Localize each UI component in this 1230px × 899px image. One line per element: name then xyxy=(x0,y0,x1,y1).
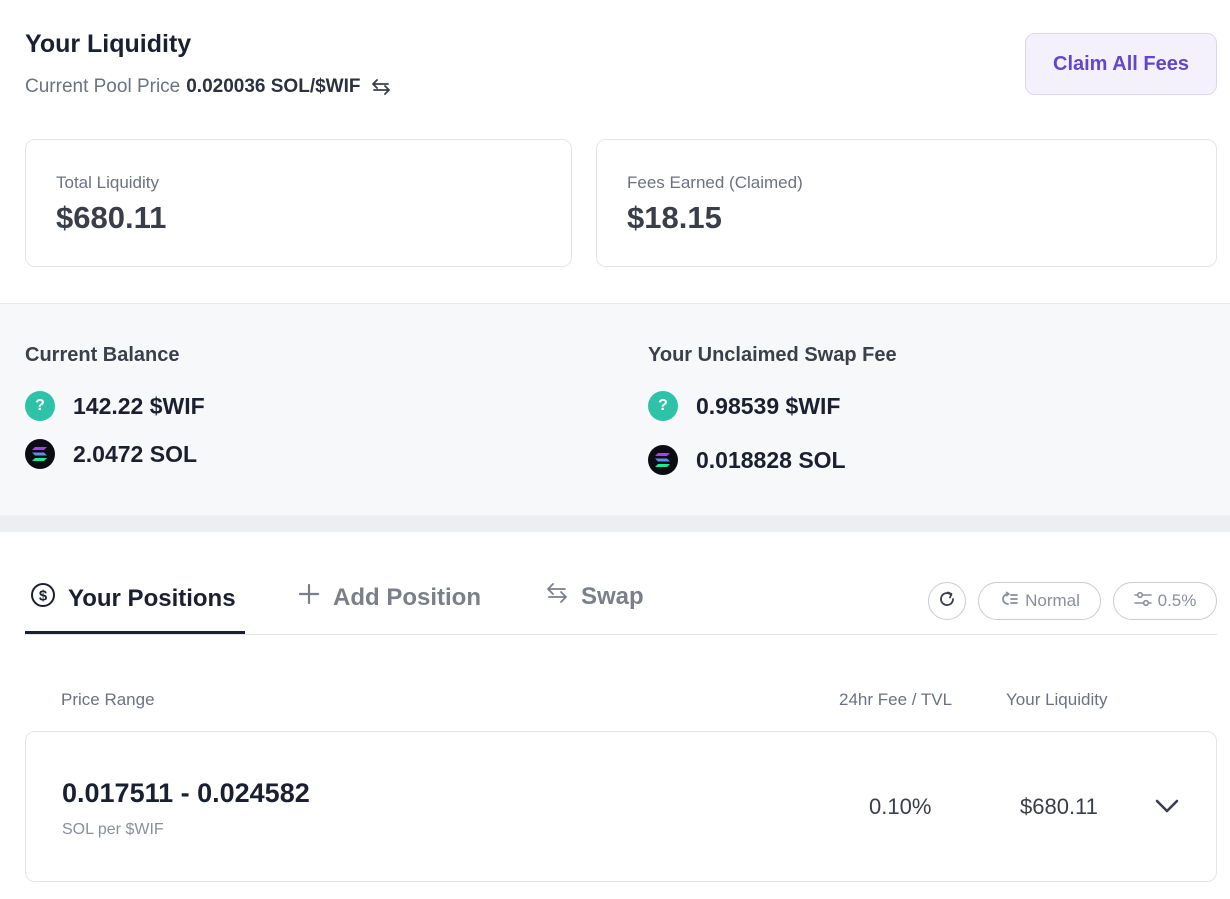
header-price-range: Price Range xyxy=(61,690,155,709)
svg-text:$: $ xyxy=(39,588,48,605)
fees-earned-value: $18.15 xyxy=(627,200,722,235)
current-balance-title: Current Balance xyxy=(25,344,180,366)
tab-label: Your Positions xyxy=(68,584,236,612)
tab-label: Swap xyxy=(581,582,644,610)
header-your-liquidity: Your Liquidity xyxy=(1006,690,1108,709)
balance-row-wif: ? 142.22 $WIF xyxy=(25,391,205,421)
pool-price-label: Current Pool Price xyxy=(25,76,181,97)
unclaimed-fee-title: Your Unclaimed Swap Fee xyxy=(648,344,897,366)
position-price-unit: SOL per $WIF xyxy=(62,821,164,838)
position-liquidity: $680.11 xyxy=(1020,794,1098,819)
slippage-button[interactable]: 0.5% xyxy=(1113,582,1217,620)
sol-token-icon xyxy=(25,439,55,469)
total-liquidity-label: Total Liquidity xyxy=(56,173,160,192)
fees-earned-card: Fees Earned (Claimed) $18.15 xyxy=(596,139,1217,267)
fees-earned-label: Fees Earned (Claimed) xyxy=(627,173,803,192)
total-liquidity-value: $680.11 xyxy=(56,200,167,235)
total-liquidity-card: Total Liquidity $680.11 xyxy=(25,139,572,267)
claim-all-fees-button[interactable]: Claim All Fees xyxy=(1025,33,1217,95)
current-balance-section: Current Balance ? 142.22 $WIF 2.0472 SOL xyxy=(25,344,205,469)
slippage-label: 0.5% xyxy=(1157,591,1197,610)
tab-swap[interactable]: Swap xyxy=(545,582,644,611)
chevron-down-icon[interactable] xyxy=(1153,794,1181,818)
unclaimed-fee-section: Your Unclaimed Swap Fee ? 0.98539 $WIF 0… xyxy=(648,344,897,475)
balances-panel: Current Balance ? 142.22 $WIF 2.0472 SOL… xyxy=(0,303,1230,515)
active-tab-indicator xyxy=(25,631,245,634)
unclaimed-row-sol: 0.018828 SOL xyxy=(648,445,846,475)
plus-icon xyxy=(297,582,321,613)
balance-row-sol: 2.0472 SOL xyxy=(25,439,197,469)
sol-token-icon xyxy=(648,445,678,475)
header-fee-tvl: 24hr Fee / TVL xyxy=(839,690,953,709)
position-fee-tvl: 0.10% xyxy=(869,794,932,819)
speed-mode-label: Normal xyxy=(1025,591,1080,610)
refresh-button[interactable] xyxy=(928,582,966,620)
unclaimed-sol-value: 0.018828 SOL xyxy=(696,446,846,473)
liquidity-header: Your Liquidity Current Pool Price 0.0200… xyxy=(25,30,1217,100)
wif-token-icon: ? xyxy=(25,391,55,421)
pool-price: Current Pool Price 0.020036 SOL/$WIF xyxy=(25,76,392,98)
speed-mode-button[interactable]: Normal xyxy=(978,582,1101,620)
tab-label: Add Position xyxy=(333,583,481,611)
sliders-icon xyxy=(1133,591,1152,612)
unclaimed-wif-value: 0.98539 $WIF xyxy=(696,392,841,419)
pool-price-value: 0.020036 SOL/$WIF xyxy=(186,76,361,97)
balance-wif-value: 142.22 $WIF xyxy=(73,392,205,419)
section-divider xyxy=(0,515,1230,532)
refresh-icon xyxy=(937,589,957,614)
position-price-range: 0.017511 - 0.024582 xyxy=(62,778,310,808)
wif-token-icon: ? xyxy=(648,391,678,421)
swap-direction-icon[interactable] xyxy=(370,78,392,96)
swap-arrows-icon xyxy=(545,582,569,611)
tab-your-positions[interactable]: $ Your Positions xyxy=(30,582,236,615)
position-tabs: $ Your Positions Add Position Swap Norma… xyxy=(25,570,1217,635)
speed-icon xyxy=(999,590,1019,613)
tab-add-position[interactable]: Add Position xyxy=(297,582,481,613)
position-row[interactable]: 0.017511 - 0.024582 SOL per $WIF 0.10% $… xyxy=(25,731,1217,882)
unclaimed-row-wif: ? 0.98539 $WIF xyxy=(648,391,840,421)
dollar-circle-icon: $ xyxy=(30,582,56,615)
balance-sol-value: 2.0472 SOL xyxy=(73,440,198,467)
